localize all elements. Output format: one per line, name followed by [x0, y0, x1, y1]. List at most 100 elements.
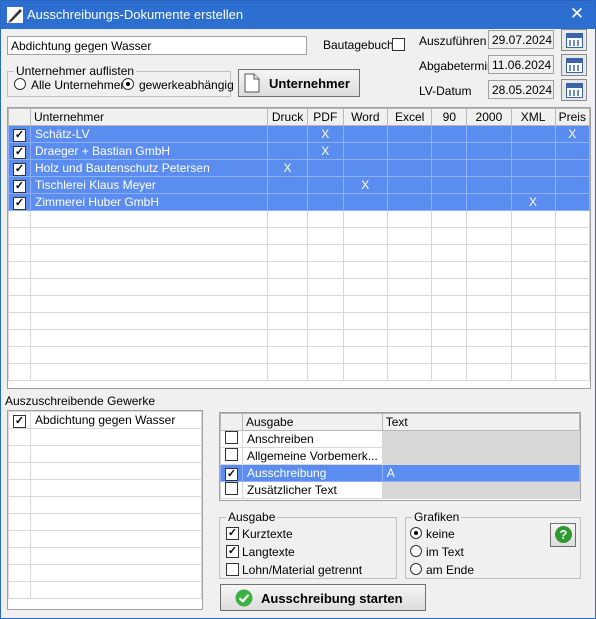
- company-row-check-cell[interactable]: ✓: [8, 193, 31, 211]
- company-row[interactable]: ✓ Zimmerei Huber GmbH X: [8, 193, 590, 211]
- company-druck-cell[interactable]: X: [267, 159, 308, 177]
- company-xml-cell[interactable]: [510, 176, 556, 194]
- company-excel-cell[interactable]: [386, 193, 433, 211]
- company-row[interactable]: ✓ Schätz-LV X X: [8, 125, 590, 143]
- company-row-check-cell[interactable]: ✓: [8, 125, 31, 143]
- company-name-cell[interactable]: Schätz-LV: [29, 125, 269, 143]
- lohn-material-checkbox[interactable]: [226, 563, 239, 576]
- company-xml-cell[interactable]: [510, 159, 556, 177]
- company-druck-cell[interactable]: [267, 125, 308, 143]
- column-header-ausgabe[interactable]: Ausgabe: [242, 413, 383, 431]
- start-ausschreibung-button[interactable]: Ausschreibung starten: [220, 584, 426, 611]
- company-preis-cell[interactable]: [554, 176, 590, 194]
- output-checkbox[interactable]: [225, 431, 238, 444]
- company-pdf-cell[interactable]: X: [306, 125, 344, 143]
- company-xml-cell[interactable]: [510, 125, 556, 143]
- output-check-cell[interactable]: ✓: [220, 464, 243, 482]
- company-name-cell[interactable]: Tischlerei Klaus Meyer: [29, 176, 269, 194]
- company-90-cell[interactable]: [431, 125, 468, 143]
- radio-grafiken-keine[interactable]: [410, 527, 422, 539]
- auszufuehren-calendar-button[interactable]: [561, 29, 587, 51]
- column-header-preis[interactable]: Preis: [554, 108, 590, 126]
- output-checkbox[interactable]: [225, 482, 238, 495]
- help-button[interactable]: ?: [550, 523, 576, 547]
- company-90-cell[interactable]: [431, 159, 468, 177]
- company-xml-cell[interactable]: X: [510, 193, 556, 211]
- gewerk-label[interactable]: Abdichtung gegen Wasser: [30, 411, 202, 429]
- output-label-cell[interactable]: Zusätzlicher Text: [242, 481, 383, 499]
- company-preis-cell[interactable]: [554, 159, 590, 177]
- company-row[interactable]: ✓ Tischlerei Klaus Meyer X: [8, 176, 590, 194]
- company-pdf-cell[interactable]: [306, 176, 344, 194]
- company-druck-cell[interactable]: [267, 176, 308, 194]
- output-row[interactable]: Allgemeine Vorbemerk...: [220, 447, 580, 465]
- output-text-cell[interactable]: A: [381, 464, 580, 482]
- abgabetermin-calendar-button[interactable]: [561, 54, 587, 76]
- company-row[interactable]: ✓ Holz und Bautenschutz Petersen X: [8, 159, 590, 177]
- lv-datum-calendar-button[interactable]: [561, 79, 587, 101]
- output-check-cell[interactable]: [220, 430, 243, 448]
- company-name-cell[interactable]: Zimmerei Huber GmbH: [29, 193, 269, 211]
- close-icon[interactable]: ✕: [567, 4, 587, 24]
- project-name-input[interactable]: Abdichtung gegen Wasser: [7, 36, 307, 55]
- output-label-cell[interactable]: Anschreiben: [242, 430, 383, 448]
- company-excel-cell[interactable]: [386, 159, 433, 177]
- output-text-cell[interactable]: [381, 430, 580, 448]
- company-word-cell[interactable]: [342, 142, 388, 160]
- output-label-cell[interactable]: Allgemeine Vorbemerk...: [242, 447, 383, 465]
- company-word-cell[interactable]: [342, 125, 388, 143]
- langtexte-checkbox[interactable]: ✓: [226, 545, 239, 558]
- company-preis-cell[interactable]: [554, 193, 590, 211]
- output-check-cell[interactable]: [220, 481, 243, 499]
- company-row[interactable]: ✓ Draeger + Bastian GmbH X: [8, 142, 590, 160]
- auszufuehren-date-field[interactable]: 29.07.2024: [488, 30, 554, 49]
- output-checkbox[interactable]: [225, 448, 238, 461]
- company-2000-cell[interactable]: [466, 176, 512, 194]
- column-header-90[interactable]: 90: [431, 108, 468, 126]
- company-90-cell[interactable]: [431, 142, 468, 160]
- kurztexte-checkbox[interactable]: ✓: [226, 527, 239, 540]
- output-label-cell[interactable]: Ausschreibung: [242, 464, 383, 482]
- output-row[interactable]: ✓ Ausschreibung A: [220, 464, 580, 482]
- company-row-checkbox[interactable]: ✓: [13, 196, 26, 210]
- company-90-cell[interactable]: [431, 176, 468, 194]
- company-preis-cell[interactable]: X: [554, 125, 590, 143]
- company-pdf-cell[interactable]: X: [306, 142, 344, 160]
- output-checkbox[interactable]: ✓: [225, 467, 238, 481]
- radio-all-companies[interactable]: [14, 78, 26, 90]
- company-word-cell[interactable]: X: [342, 176, 388, 194]
- output-check-cell[interactable]: [220, 447, 243, 465]
- output-text-cell[interactable]: [381, 447, 580, 465]
- company-pdf-cell[interactable]: [306, 159, 344, 177]
- unternehmer-button[interactable]: Unternehmer: [238, 69, 360, 97]
- company-row-check-cell[interactable]: ✓: [8, 159, 31, 177]
- company-pdf-cell[interactable]: [306, 193, 344, 211]
- company-druck-cell[interactable]: [267, 193, 308, 211]
- company-word-cell[interactable]: [342, 193, 388, 211]
- abgabetermin-date-field[interactable]: 11.06.2024: [488, 55, 554, 74]
- company-2000-cell[interactable]: [466, 193, 512, 211]
- company-name-cell[interactable]: Holz und Bautenschutz Petersen: [29, 159, 269, 177]
- company-excel-cell[interactable]: [386, 142, 433, 160]
- company-2000-cell[interactable]: [466, 125, 512, 143]
- gewerk-row[interactable]: ✓ Abdichtung gegen Wasser: [8, 411, 202, 429]
- company-word-cell[interactable]: [342, 159, 388, 177]
- column-header-xml[interactable]: XML: [510, 108, 556, 126]
- company-row-checkbox[interactable]: ✓: [13, 145, 26, 159]
- column-header-pdf[interactable]: PDF: [306, 108, 344, 126]
- company-excel-cell[interactable]: [386, 125, 433, 143]
- column-header-text[interactable]: Text: [381, 413, 580, 431]
- company-row-checkbox[interactable]: ✓: [13, 179, 26, 193]
- radio-grafiken-im-text[interactable]: [410, 545, 422, 557]
- company-druck-cell[interactable]: [267, 142, 308, 160]
- radio-trade-dependent[interactable]: [122, 78, 134, 90]
- company-row-check-cell[interactable]: ✓: [8, 176, 31, 194]
- company-xml-cell[interactable]: [510, 142, 556, 160]
- column-header-unternehmer[interactable]: Unternehmer: [29, 108, 269, 126]
- company-excel-cell[interactable]: [386, 176, 433, 194]
- company-preis-cell[interactable]: [554, 142, 590, 160]
- output-row[interactable]: Zusätzlicher Text: [220, 481, 580, 499]
- company-row-check-cell[interactable]: ✓: [8, 142, 31, 160]
- company-row-checkbox[interactable]: ✓: [13, 128, 26, 142]
- bautagebuch-checkbox[interactable]: [392, 38, 405, 51]
